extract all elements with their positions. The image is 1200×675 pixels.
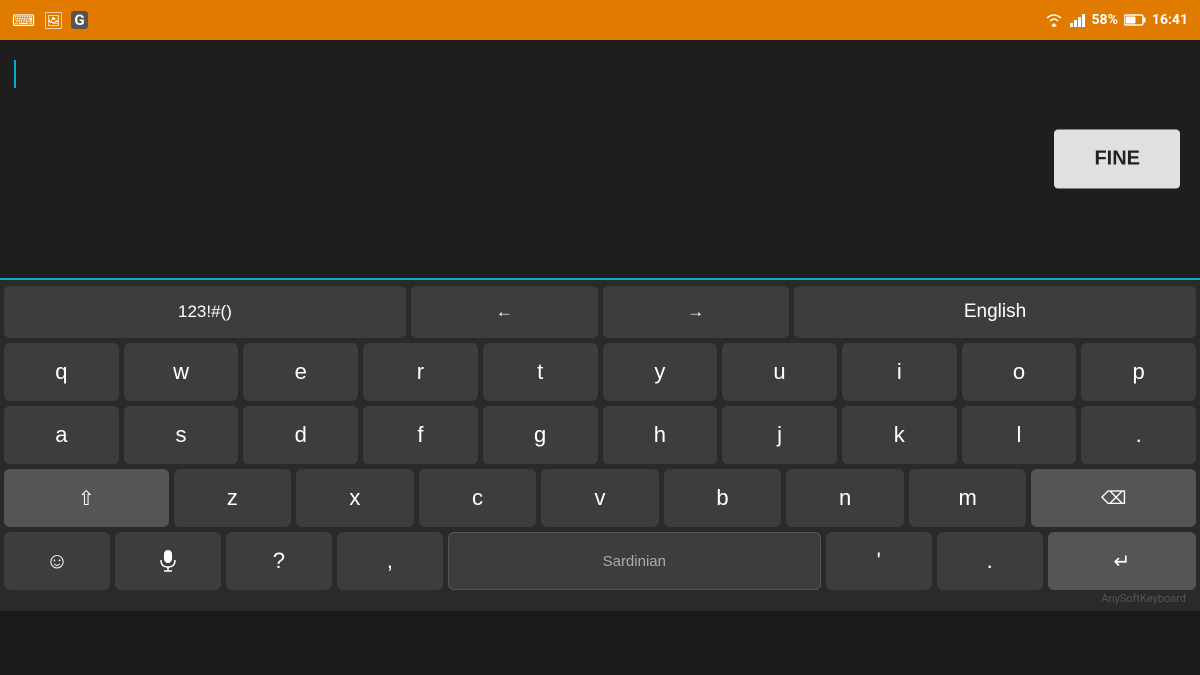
emoji-key[interactable]: ☺: [4, 532, 110, 590]
clock: 16:41: [1152, 12, 1188, 28]
key-x[interactable]: x: [296, 469, 414, 527]
dot-bottom-key[interactable]: .: [937, 532, 1043, 590]
numbers-key[interactable]: 123!#(): [4, 286, 406, 338]
key-s[interactable]: s: [124, 406, 239, 464]
row-qp: q w e r t y u i o p: [4, 343, 1196, 401]
backspace-key[interactable]: ⌫: [1031, 469, 1196, 527]
mic-key[interactable]: [115, 532, 221, 590]
key-q[interactable]: q: [4, 343, 119, 401]
enter-key[interactable]: ↵: [1048, 532, 1196, 590]
row-al: a s d f g h j k l .: [4, 406, 1196, 464]
spacebar-key[interactable]: Sardinian: [448, 532, 821, 590]
signal-icon: [1070, 13, 1086, 27]
key-n[interactable]: n: [786, 469, 904, 527]
row-zm: ⇧ z x c v b n m ⌫: [4, 469, 1196, 527]
question-key[interactable]: ?: [226, 532, 332, 590]
shift-key[interactable]: ⇧: [4, 469, 169, 527]
key-a[interactable]: a: [4, 406, 119, 464]
key-k[interactable]: k: [842, 406, 957, 464]
key-w[interactable]: w: [124, 343, 239, 401]
key-f[interactable]: f: [363, 406, 478, 464]
key-m[interactable]: m: [909, 469, 1027, 527]
key-p[interactable]: p: [1081, 343, 1196, 401]
grammarly-icon: G: [71, 11, 87, 29]
battery-percent: 58%: [1092, 12, 1118, 28]
apostrophe-key[interactable]: ': [826, 532, 932, 590]
fine-button[interactable]: FINE: [1054, 130, 1180, 189]
key-u[interactable]: u: [722, 343, 837, 401]
right-arrow-key[interactable]: →: [603, 286, 790, 338]
keyboard-icon: ⌨: [12, 11, 35, 30]
keyboard: 123!#() ← → English q w e r t y u i o p …: [0, 280, 1200, 611]
key-t[interactable]: t: [483, 343, 598, 401]
status-left: ⌨ 🖼 G: [12, 11, 88, 30]
key-period[interactable]: .: [1081, 406, 1196, 464]
row-bottom: ☺ ? , Sardinian ' . ↵: [4, 532, 1196, 590]
key-i[interactable]: i: [842, 343, 957, 401]
text-area[interactable]: FINE: [0, 40, 1200, 280]
key-z[interactable]: z: [174, 469, 292, 527]
key-v[interactable]: v: [541, 469, 659, 527]
text-cursor: [14, 60, 16, 88]
key-y[interactable]: y: [603, 343, 718, 401]
branding: AnySoftKeyboard: [4, 592, 1196, 607]
key-l[interactable]: l: [962, 406, 1077, 464]
wifi-icon: [1044, 13, 1064, 27]
comma-key[interactable]: ,: [337, 532, 443, 590]
key-e[interactable]: e: [243, 343, 358, 401]
key-r[interactable]: r: [363, 343, 478, 401]
key-c[interactable]: c: [419, 469, 537, 527]
key-g[interactable]: g: [483, 406, 598, 464]
left-arrow-key[interactable]: ←: [411, 286, 598, 338]
language-key[interactable]: English: [794, 286, 1196, 338]
key-b[interactable]: b: [664, 469, 782, 527]
key-j[interactable]: j: [722, 406, 837, 464]
key-d[interactable]: d: [243, 406, 358, 464]
special-row: 123!#() ← → English: [4, 286, 1196, 338]
battery-icon: [1124, 14, 1146, 26]
key-o[interactable]: o: [962, 343, 1077, 401]
image-icon: 🖼: [43, 11, 63, 30]
status-bar: ⌨ 🖼 G 58% 16:41: [0, 0, 1200, 40]
key-h[interactable]: h: [603, 406, 718, 464]
status-right: 58% 16:41: [1044, 12, 1189, 28]
